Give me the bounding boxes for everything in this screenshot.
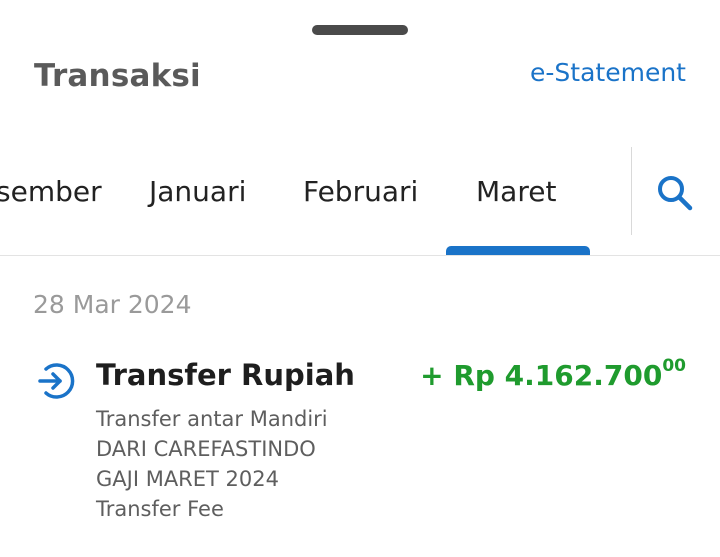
transaction-amount: + Rp 4.162.70000 [420,356,686,392]
tab-desember[interactable]: sember [0,175,102,208]
month-tabs: sember Januari Februari Maret [0,145,630,255]
tab-divider [631,147,632,235]
selected-tab-indicator [446,246,590,255]
detail-line: DARI CAREFASTINDO [96,437,316,461]
transaction-date: 28 Mar 2024 [33,290,192,319]
e-statement-link[interactable]: e-Statement [530,58,686,87]
amount-main: + Rp 4.162.700 [420,359,663,392]
detail-line: GAJI MARET 2024 [96,467,279,491]
transactions-sheet: Transaksi e-Statement sember Januari Feb… [0,0,720,557]
amount-cents: 00 [662,356,686,376]
sheet-drag-handle[interactable] [312,25,408,35]
search-icon [658,176,693,211]
detail-line: Transfer Fee [96,497,224,521]
detail-line: Transfer antar Mandiri [96,407,328,431]
transfer-in-icon [38,363,75,399]
tab-januari[interactable]: Januari [149,175,246,208]
search-button[interactable] [650,168,700,218]
transaction-item[interactable]: Transfer Rupiah + Rp 4.162.70000 Transfe… [0,350,720,540]
tab-maret[interactable]: Maret [476,175,556,208]
page-title: Transaksi [34,58,201,94]
tab-februari[interactable]: Februari [303,175,418,208]
transaction-details: Transfer antar Mandiri DARI CAREFASTINDO… [96,404,328,524]
header-divider [0,255,720,256]
transaction-title: Transfer Rupiah [96,358,355,392]
